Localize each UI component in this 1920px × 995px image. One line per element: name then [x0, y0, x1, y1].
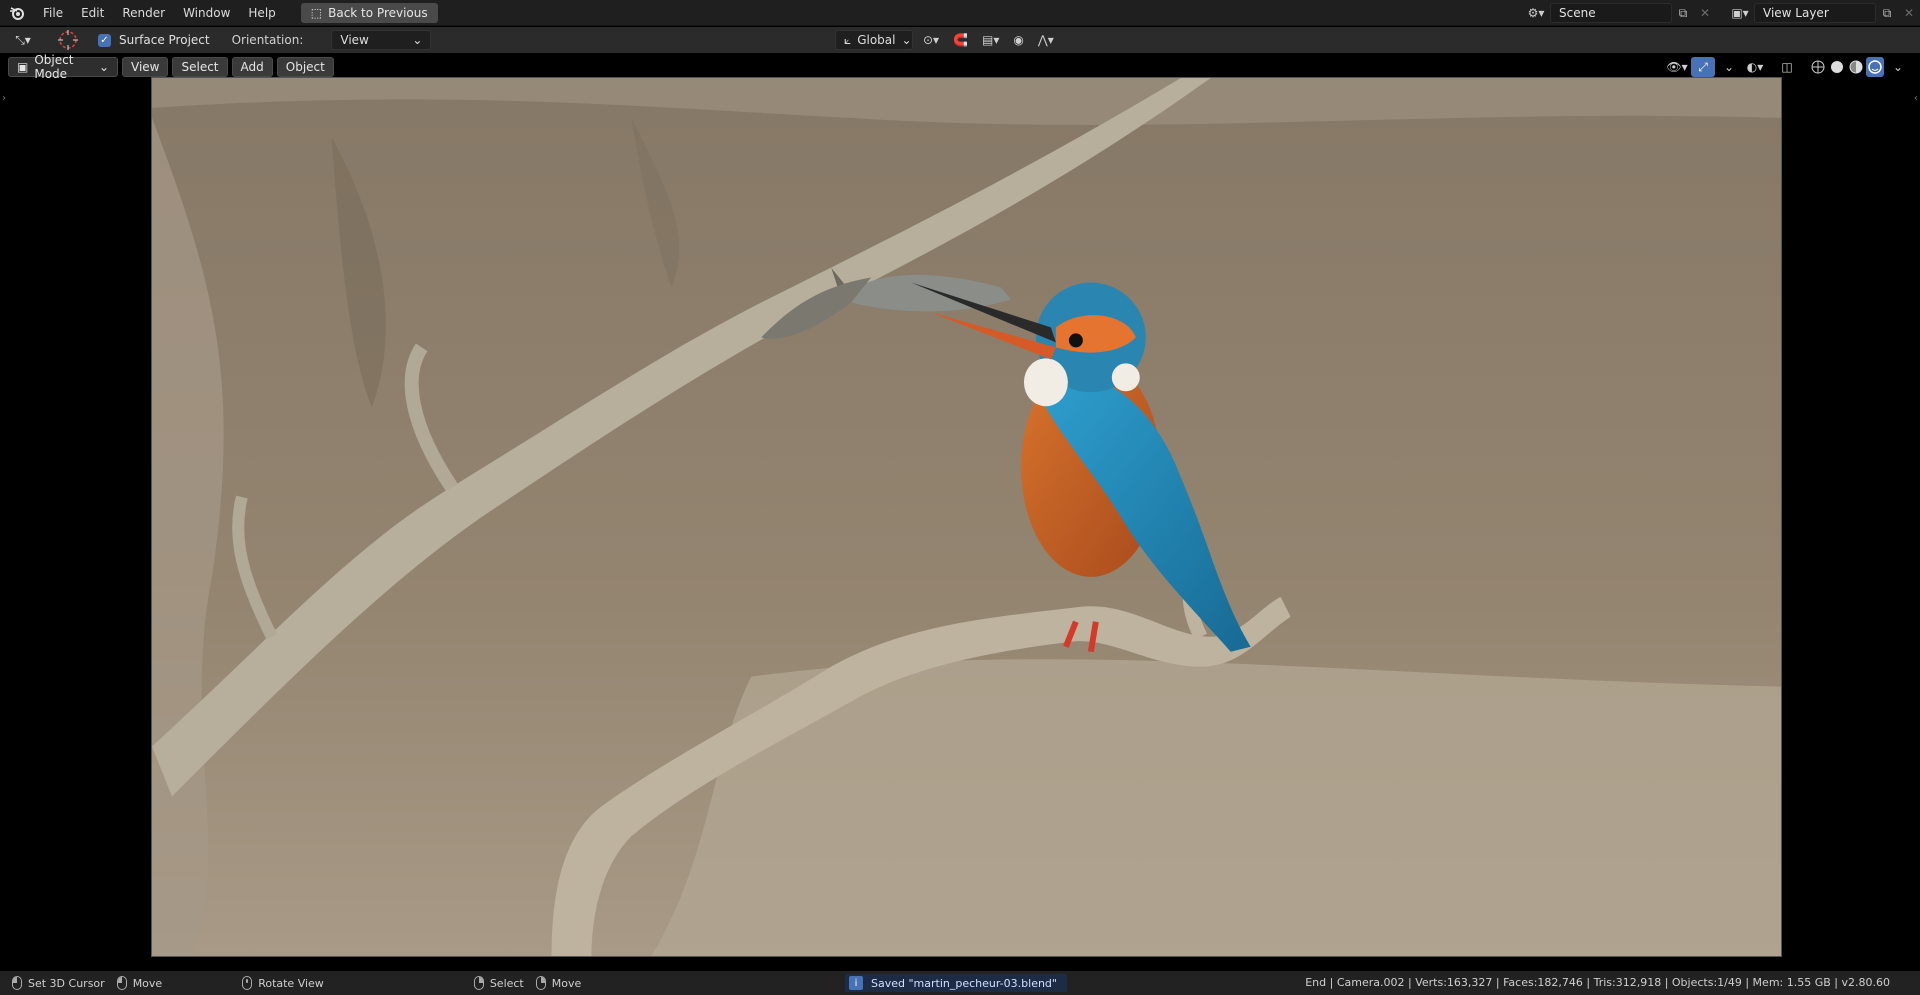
status-left-click-label: Set 3D Cursor	[28, 976, 105, 990]
new-view-layer-icon[interactable]: ⧉	[1876, 3, 1898, 23]
3d-viewport[interactable]: › ‹ ▣ Object Mode ⌄ View Select Add Obje…	[0, 53, 1920, 971]
menu-file[interactable]: File	[34, 0, 72, 26]
sidebar-expand-icon[interactable]: ‹	[1914, 93, 1918, 104]
view-layer-selector-icon[interactable]: ▣▾	[1726, 2, 1754, 24]
material-shading-icon[interactable]	[1847, 57, 1865, 77]
mouse-left-icon	[12, 976, 22, 990]
mouse-right-drag-icon	[535, 976, 546, 990]
tool-settings-bar: ⤡▾ ✓ Surface Project Orientation: View ⌄…	[0, 27, 1920, 53]
object-mode-icon: ▣	[17, 60, 29, 74]
viewport-header-right: 👁▾ ⤢ ⌄ ◐▾ ◫ ⌄	[1665, 57, 1910, 77]
top-menu-bar: File Edit Render Window Help ⬚ Back to P…	[0, 0, 1920, 26]
pivot-point-icon[interactable]: ⊙▾	[919, 30, 943, 50]
mouse-right-icon	[473, 976, 484, 990]
viewport-menu-object[interactable]: Object	[276, 57, 334, 77]
viewport-menu-select[interactable]: Select	[172, 57, 228, 77]
visibility-selectability-icon[interactable]: 👁▾	[1665, 57, 1689, 77]
gizmo-toggle-icon[interactable]: ⤢	[1691, 57, 1715, 77]
3d-cursor-tool-icon[interactable]	[54, 29, 82, 51]
axis-icon: ⟀	[844, 32, 852, 47]
active-tool-icon[interactable]: ⤡▾	[6, 29, 40, 51]
rendered-shading-icon[interactable]	[1866, 57, 1884, 77]
transform-orientation-value: Global	[857, 33, 896, 47]
mouse-middle-icon	[242, 976, 253, 990]
viewport-menu-view[interactable]: View	[122, 57, 169, 77]
surface-project-checkbox[interactable]: ✓	[98, 33, 111, 47]
mouse-left-drag-icon	[116, 976, 127, 990]
view-layer-name-field[interactable]: View Layer	[1754, 3, 1876, 23]
info-icon: i	[849, 976, 863, 990]
gizmo-dropdown-icon[interactable]: ⌄	[1717, 57, 1741, 77]
status-right-move: Move	[535, 976, 582, 990]
object-mode-dropdown[interactable]: ▣ Object Mode ⌄	[8, 53, 118, 81]
status-middle: Rotate View	[242, 976, 324, 990]
object-mode-label: Object Mode	[34, 53, 74, 81]
back-to-previous-button[interactable]: ⬚ Back to Previous	[300, 2, 438, 23]
chevron-down-icon: ⌄	[412, 33, 423, 47]
status-left-click: Set 3D Cursor	[12, 976, 105, 990]
save-notification-text: Saved "martin_pecheur-03.blend"	[871, 976, 1057, 990]
camera-view-frame[interactable]	[151, 77, 1782, 957]
proportional-edit-icon[interactable]: ◉	[1009, 30, 1027, 50]
delete-view-layer-icon[interactable]: ✕	[1898, 3, 1920, 23]
status-right-select-label: Select	[489, 976, 524, 990]
delete-scene-icon[interactable]: ✕	[1694, 3, 1716, 23]
menu-render[interactable]: Render	[113, 0, 174, 26]
scene-name-field[interactable]: Scene	[1550, 3, 1672, 23]
surface-project-label: Surface Project	[119, 33, 210, 47]
orientation-label: Orientation:	[231, 33, 304, 47]
overlays-toggle-icon[interactable]: ◐▾	[1743, 57, 1767, 77]
viewport-menu-add[interactable]: Add	[231, 57, 273, 77]
status-left-move: Move	[116, 976, 163, 990]
scene-selector-icon[interactable]: ⚙▾	[1522, 2, 1550, 24]
status-right-move-label: Move	[551, 976, 582, 990]
chevron-down-icon: ⌄	[901, 33, 912, 47]
scene-statistics: End | Camera.002 | Verts:163,327 | Faces…	[1305, 976, 1890, 989]
toolbar-expand-icon[interactable]: ›	[2, 93, 6, 104]
menu-edit[interactable]: Edit	[72, 0, 113, 26]
status-middle-label: Rotate View	[258, 976, 324, 990]
snap-toggle-icon[interactable]: 🧲	[949, 30, 972, 50]
new-scene-icon[interactable]: ⧉	[1672, 3, 1694, 23]
status-left-move-label: Move	[132, 976, 163, 990]
status-bar: Set 3D Cursor Move Rotate View Select Mo…	[0, 971, 1920, 995]
snap-target-icon[interactable]: ▤▾	[978, 30, 1003, 50]
menu-window[interactable]: Window	[174, 0, 239, 26]
wireframe-shading-icon[interactable]	[1809, 57, 1827, 77]
save-notification[interactable]: i Saved "martin_pecheur-03.blend"	[845, 974, 1067, 992]
blender-logo-icon[interactable]	[0, 0, 34, 26]
falloff-icon[interactable]: ⋀▾	[1034, 30, 1058, 50]
menu-help[interactable]: Help	[239, 0, 284, 26]
transform-orientation-dropdown[interactable]: ⟀ Global ⌄	[835, 30, 913, 50]
back-to-previous-label: Back to Previous	[328, 5, 428, 20]
shading-options-icon[interactable]: ⌄	[1886, 57, 1910, 77]
xray-toggle-icon[interactable]: ◫	[1775, 57, 1799, 77]
kingfisher-reference-image	[152, 78, 1781, 956]
solid-shading-icon[interactable]	[1828, 57, 1846, 77]
viewport-header: ▣ Object Mode ⌄ View Select Add Object	[8, 53, 334, 81]
chevron-down-icon: ⌄	[98, 60, 109, 74]
screen-back-icon: ⬚	[310, 5, 323, 20]
orientation-dropdown[interactable]: View ⌄	[331, 30, 432, 50]
status-right-select: Select	[473, 976, 524, 990]
orientation-value: View	[340, 33, 369, 47]
